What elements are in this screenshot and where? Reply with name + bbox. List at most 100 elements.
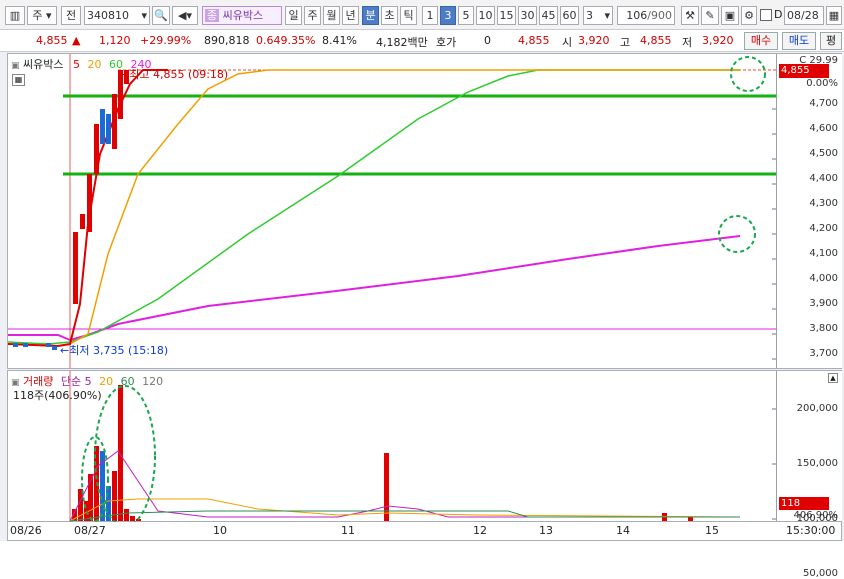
- volume-value: 890,818: [204, 34, 250, 47]
- interval-10[interactable]: 10: [476, 6, 495, 25]
- time-label-0827: 08/27: [74, 524, 106, 537]
- legend-ma20: 20: [87, 58, 102, 71]
- time-label-12: 12: [473, 524, 487, 537]
- chevron-down-icon: ▾: [141, 9, 147, 22]
- volume-chart-svg: [69, 371, 776, 527]
- count-input[interactable]: 106/900: [617, 6, 675, 25]
- volume-y-tick: 200,000: [796, 403, 838, 414]
- period-month[interactable]: 월: [323, 6, 340, 25]
- date-input[interactable]: 08/28: [784, 6, 824, 25]
- price-change-pct: +29.99%: [140, 34, 192, 47]
- price-y-tick: 4,100: [809, 248, 838, 259]
- price-y-tick: 3,800: [809, 323, 838, 334]
- interval-5[interactable]: 5: [458, 6, 474, 25]
- max-price-label: ←최고 4,855 (09:18): [120, 68, 229, 81]
- hoga-label: 호가: [436, 36, 457, 49]
- price-panel: ▣ 씨유박스 5 20 60 240 ▦ ←최고 4,855 (09:18) ←…: [7, 53, 842, 369]
- unit-tick[interactable]: 틱: [400, 6, 417, 25]
- candle: [94, 124, 99, 174]
- date-checkbox-label: D: [774, 8, 783, 21]
- current-price-tag: 4,855: [779, 64, 829, 78]
- indicator-icon[interactable]: ⚒: [681, 6, 699, 25]
- type-button[interactable]: 전: [61, 6, 81, 25]
- speaker-icon[interactable]: ◀▾: [172, 6, 198, 25]
- buy-button[interactable]: 매수: [744, 32, 778, 50]
- unit-second[interactable]: 초: [381, 6, 398, 25]
- gear-icon[interactable]: ⚙: [741, 6, 757, 25]
- hoga-value: 0: [484, 34, 491, 47]
- collapse-icon[interactable]: ▲: [828, 373, 838, 383]
- candle: [112, 94, 117, 149]
- legend-stock-name: 씨유박스: [23, 58, 64, 71]
- count-max: /900: [647, 9, 672, 22]
- sell-button[interactable]: 매도: [782, 32, 816, 50]
- candle: [52, 346, 57, 350]
- price-y-tick: 4,200: [809, 223, 838, 234]
- volume-current-tag: 118: [779, 497, 829, 510]
- candle: [46, 343, 51, 347]
- eval-button[interactable]: 평: [820, 32, 842, 50]
- annotation-circle: [718, 215, 756, 253]
- grid-icon[interactable]: ▦: [12, 74, 25, 86]
- chart-window: ▥ 주 ▾ 전 340810 ▾ 🔍 ◀▾ 종 씨유박스 일 주 월 년 분 초…: [0, 0, 844, 579]
- volume-y-tick: 50,000: [803, 568, 838, 579]
- interval-15[interactable]: 15: [497, 6, 516, 25]
- candle: [80, 214, 85, 229]
- ma240-line: [8, 235, 741, 342]
- interval-1[interactable]: 1: [422, 6, 438, 25]
- time-label-14: 14: [616, 524, 630, 537]
- calendar-icon[interactable]: ▦: [826, 6, 842, 25]
- period-week[interactable]: 주: [304, 6, 321, 25]
- price-y-tick: 3,700: [809, 348, 838, 359]
- unit-minute[interactable]: 분: [362, 6, 379, 25]
- date-checkbox[interactable]: [760, 9, 772, 21]
- stock-code-input[interactable]: 340810 ▾: [84, 6, 150, 25]
- legend-vma120: 120: [142, 375, 164, 388]
- draw-tool-icon[interactable]: ✎: [701, 6, 719, 25]
- candle: [73, 232, 78, 304]
- candle: [23, 343, 28, 347]
- volume-panel: ▣ 거래량 단순 5 20 60 120 118주(406.90%) ▲ 200…: [7, 370, 842, 579]
- count-value: 106: [626, 9, 648, 22]
- stock-code-value: 340810: [87, 9, 129, 22]
- time-label-11: 11: [341, 524, 355, 537]
- stock-group-badge: 종: [205, 9, 220, 22]
- high-label: 고: [620, 36, 631, 49]
- candle: [13, 343, 18, 347]
- volume-bar: [112, 471, 117, 521]
- up-arrow-icon: ▲: [72, 34, 81, 47]
- current-price: 4,855: [518, 34, 550, 47]
- candle: [87, 174, 92, 232]
- price-y-axis: C 29.99 0.00% 4,855 4,700 4,600 4,500 4,400…: [776, 54, 842, 368]
- mode-select[interactable]: 주 ▾: [27, 6, 57, 25]
- interval-select[interactable]: 3 ▾: [583, 6, 613, 25]
- search-icon[interactable]: 🔍: [152, 6, 170, 25]
- last-price: 4,855: [36, 34, 68, 47]
- quote-bar: 4,855 ▲ 1,120 +29.99% 890,818 0.649.35% …: [0, 30, 844, 52]
- interval-3[interactable]: 3: [440, 6, 456, 25]
- period-year[interactable]: 년: [342, 6, 359, 25]
- stock-name-label: 씨유박스: [222, 9, 264, 22]
- collapse-icon[interactable]: ▣: [11, 61, 20, 71]
- high-price: 4,855: [640, 34, 672, 47]
- max-price-text: 최고 4,855 (09:18): [129, 68, 229, 81]
- legend-vma60: 60: [120, 375, 135, 388]
- volume-current-pct: 406.90%: [793, 510, 839, 521]
- interval-45[interactable]: 45: [539, 6, 558, 25]
- volume-y-tick: 150,000: [796, 458, 838, 469]
- mode-label: 주: [32, 9, 43, 22]
- price-y-tick: 4,500: [809, 148, 838, 159]
- trade-amount: 4,182백만: [376, 36, 428, 49]
- save-icon[interactable]: ▣: [721, 6, 739, 25]
- period-day[interactable]: 일: [285, 6, 302, 25]
- min-price-text: 최저 3,735 (15:18): [69, 344, 169, 357]
- vma20-line: [69, 498, 741, 522]
- chart-toolbar: ▥ 주 ▾ 전 340810 ▾ 🔍 ◀▾ 종 씨유박스 일 주 월 년 분 초…: [0, 0, 844, 30]
- time-label-10: 10: [213, 524, 227, 537]
- stock-name-badge[interactable]: 종 씨유박스: [202, 6, 282, 25]
- legend-ma5: 5: [73, 58, 80, 71]
- layout-icon[interactable]: ▥: [5, 6, 25, 25]
- interval-30[interactable]: 30: [518, 6, 537, 25]
- interval-60[interactable]: 60: [560, 6, 579, 25]
- price-y-tick: 4,400: [809, 173, 838, 184]
